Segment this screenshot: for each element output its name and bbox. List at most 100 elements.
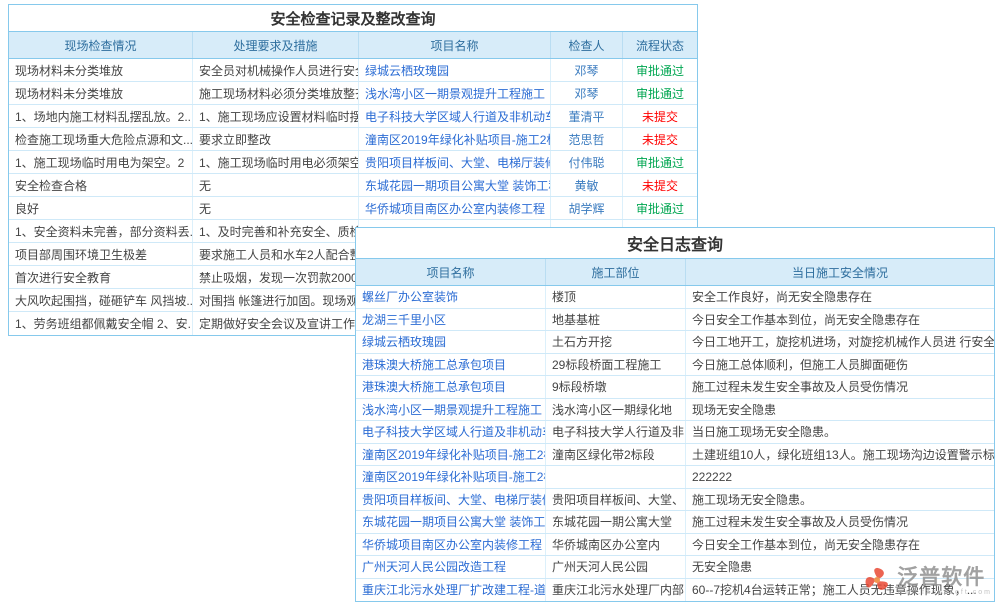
inspection-row: 1、场地内施工材料乱摆乱放。2...1、施工现场应设置材料临时摆...电子科技大… [9, 105, 697, 128]
daily-safety-cell: 今日安全工作基本到位，尚无安全隐患存在 [686, 309, 994, 331]
inspection-situation-cell: 1、场地内施工材料乱摆乱放。2... [9, 105, 193, 127]
inspection-measure-cell: 1、施工现场应设置材料临时摆... [193, 105, 359, 127]
log-row: 东城花园一期项目公寓大堂 装饰工程东城花园一期公寓大堂施工过程未发生安全事故及人… [356, 511, 994, 534]
inspection-col-header: 项目名称 [359, 32, 551, 58]
inspection-row: 现场材料未分类堆放施工现场材料必须分类堆放整齐...浅水湾小区一期景观提升工程施… [9, 82, 697, 105]
project-link[interactable]: 华侨城项目南区办公室内装修工程 [359, 197, 551, 219]
construction-part-cell: 广州天河人民公园 [546, 556, 686, 578]
project-link[interactable]: 潼南区2019年绿化补贴项目-施工2标段 [356, 466, 546, 488]
inspection-col-header: 流程状态 [623, 32, 697, 58]
project-link[interactable]: 广州天河人民公园改造工程 [356, 556, 546, 578]
log-col-header: 当日施工安全情况 [686, 259, 994, 285]
inspection-measure-cell: 要求立即整改 [193, 128, 359, 150]
log-row: 贵阳项目样板间、大堂、电梯厅装修工程贵阳项目样板间、大堂、...施工现场无安全隐… [356, 489, 994, 512]
inspection-situation-cell: 良好 [9, 197, 193, 219]
project-link[interactable]: 贵阳项目样板间、大堂、电梯厅装修工程 [359, 151, 551, 173]
inspection-measure-cell: 定期做好安全会议及宣讲工作 [193, 312, 359, 335]
project-link[interactable]: 重庆江北污水处理厂扩改建工程-道路修复 [356, 579, 546, 602]
inspector-name: 邓琴 [551, 82, 623, 104]
inspection-situation-cell: 首次进行安全教育 [9, 266, 193, 288]
inspection-col-header: 检查人 [551, 32, 623, 58]
daily-safety-cell: 今日施工总体顺利，但施工人员脚面砸伤 [686, 354, 994, 376]
inspection-row: 1、施工现场临时用电为架空。21、施工现场临时用电必须架空...贵阳项目样板间、… [9, 151, 697, 174]
log-query-panel: 安全日志查询 项目名称施工部位当日施工安全情况 螺丝厂办公室装饰楼顶安全工作良好… [355, 227, 995, 602]
status-badge: 未提交 [623, 105, 697, 127]
status-badge: 审批通过 [623, 151, 697, 173]
log-col-header: 施工部位 [546, 259, 686, 285]
status-badge: 审批通过 [623, 197, 697, 219]
daily-safety-cell: 施工过程未发生安全事故及人员受伤情况 [686, 511, 994, 533]
inspector-name: 付伟聪 [551, 151, 623, 173]
inspection-measure-cell: 施工现场材料必须分类堆放整齐... [193, 82, 359, 104]
construction-part-cell: 华侨城南区办公室内 [546, 534, 686, 556]
inspector-name: 胡学辉 [551, 197, 623, 219]
daily-safety-cell: 现场无安全隐患 [686, 399, 994, 421]
inspection-situation-cell: 项目部周围环境卫生极差 [9, 243, 193, 265]
project-link[interactable]: 电子科技大学区域人行道及非机动车道工程 [356, 421, 546, 443]
log-row: 潼南区2019年绿化补贴项目-施工2标段潼南区绿化带2标段土建班组10人，绿化班… [356, 444, 994, 467]
log-row: 港珠澳大桥施工总承包项目9标段桥墩施工过程未发生安全事故及人员受伤情况 [356, 376, 994, 399]
project-link[interactable]: 潼南区2019年绿化补贴项目-施工2标段 [356, 444, 546, 466]
inspection-situation-cell: 检查施工现场重大危险点源和文... [9, 128, 193, 150]
inspection-situation-cell: 1、安全资料未完善，部分资料丢... [9, 220, 193, 242]
log-row: 华侨城项目南区办公室内装修工程华侨城南区办公室内今日安全工作基本到位，尚无安全隐… [356, 534, 994, 557]
construction-part-cell: 潼南区绿化带2标段 [546, 444, 686, 466]
construction-part-cell: 土石方开挖 [546, 331, 686, 353]
construction-part-cell: 贵阳项目样板间、大堂、... [546, 489, 686, 511]
inspection-row: 良好无华侨城项目南区办公室内装修工程胡学辉审批通过 [9, 197, 697, 220]
project-link[interactable]: 螺丝厂办公室装饰 [356, 286, 546, 308]
log-row: 电子科技大学区域人行道及非机动车道工程电子科技大学人行道及非...当日施工现场无… [356, 421, 994, 444]
project-link[interactable]: 潼南区2019年绿化补贴项目-施工2标段 [359, 128, 551, 150]
fanpu-caption: www.fanpusoft.com [897, 589, 992, 596]
log-row: 龙湖三千里小区地基基桩今日安全工作基本到位，尚无安全隐患存在 [356, 309, 994, 332]
inspection-table-header: 现场检查情况处理要求及措施项目名称检查人流程状态 [9, 32, 697, 59]
daily-safety-cell: 施工过程未发生安全事故及人员受伤情况 [686, 376, 994, 398]
inspection-measure-cell: 无 [193, 197, 359, 219]
log-panel-title: 安全日志查询 [356, 228, 994, 259]
daily-safety-cell: 今日安全工作基本到位，尚无安全隐患存在 [686, 534, 994, 556]
inspection-row: 现场材料未分类堆放安全员对机械操作人员进行安全...绿城云栖玫瑰园邓琴审批通过 [9, 59, 697, 82]
project-link[interactable]: 华侨城项目南区办公室内装修工程 [356, 534, 546, 556]
inspection-measure-cell: 对围挡 帐篷进行加固。现场观... [193, 289, 359, 311]
log-row: 港珠澳大桥施工总承包项目29标段桥面工程施工今日施工总体顺利，但施工人员脚面砸伤 [356, 354, 994, 377]
project-link[interactable]: 绿城云栖玫瑰园 [356, 331, 546, 353]
project-link[interactable]: 港珠澳大桥施工总承包项目 [356, 376, 546, 398]
inspection-row: 安全检查合格无东城花园一期项目公寓大堂 装饰工程黄敏未提交 [9, 174, 697, 197]
daily-safety-cell: 安全工作良好，尚无安全隐患存在 [686, 286, 994, 308]
project-link[interactable]: 浅水湾小区一期景观提升工程施工 [356, 399, 546, 421]
project-link[interactable]: 电子科技大学区域人行道及非机动车道工程 [359, 105, 551, 127]
log-row: 螺丝厂办公室装饰楼顶安全工作良好，尚无安全隐患存在 [356, 286, 994, 309]
project-link[interactable]: 绿城云栖玫瑰园 [359, 59, 551, 81]
construction-part-cell: 楼顶 [546, 286, 686, 308]
daily-safety-cell: 222222 [686, 466, 994, 488]
construction-part-cell: 重庆江北污水处理厂内部... [546, 579, 686, 602]
inspection-situation-cell: 1、施工现场临时用电为架空。2 [9, 151, 193, 173]
inspection-measure-cell: 禁止吸烟，发现一次罚款2000... [193, 266, 359, 288]
construction-part-cell: 东城花园一期公寓大堂 [546, 511, 686, 533]
construction-part-cell: 电子科技大学人行道及非... [546, 421, 686, 443]
daily-safety-cell: 施工现场无安全隐患。 [686, 489, 994, 511]
fanpu-brand: 泛普软件 [897, 567, 992, 589]
construction-part-cell: 地基基桩 [546, 309, 686, 331]
log-row: 浅水湾小区一期景观提升工程施工浅水湾小区一期绿化地现场无安全隐患 [356, 399, 994, 422]
project-link[interactable]: 贵阳项目样板间、大堂、电梯厅装修工程 [356, 489, 546, 511]
project-link[interactable]: 东城花园一期项目公寓大堂 装饰工程 [356, 511, 546, 533]
log-table-body: 螺丝厂办公室装饰楼顶安全工作良好，尚无安全隐患存在龙湖三千里小区地基基桩今日安全… [356, 286, 994, 601]
fanpu-watermark: 泛普软件 www.fanpusoft.com [862, 565, 992, 598]
status-badge: 审批通过 [623, 59, 697, 81]
inspection-measure-cell: 1、及时完善和补充安全、质检... [193, 220, 359, 242]
log-col-header: 项目名称 [356, 259, 546, 285]
project-link[interactable]: 浅水湾小区一期景观提升工程施工 [359, 82, 551, 104]
status-badge: 未提交 [623, 174, 697, 196]
project-link[interactable]: 港珠澳大桥施工总承包项目 [356, 354, 546, 376]
inspection-col-header: 处理要求及措施 [193, 32, 359, 58]
construction-part-cell: 浅水湾小区一期绿化地 [546, 399, 686, 421]
inspector-name: 董清平 [551, 105, 623, 127]
log-table-header: 项目名称施工部位当日施工安全情况 [356, 259, 994, 286]
project-link[interactable]: 龙湖三千里小区 [356, 309, 546, 331]
project-link[interactable]: 东城花园一期项目公寓大堂 装饰工程 [359, 174, 551, 196]
log-row: 潼南区2019年绿化补贴项目-施工2标段 222222 [356, 466, 994, 489]
construction-part-cell: 29标段桥面工程施工 [546, 354, 686, 376]
inspection-col-header: 现场检查情况 [9, 32, 193, 58]
construction-part-cell [546, 466, 686, 488]
